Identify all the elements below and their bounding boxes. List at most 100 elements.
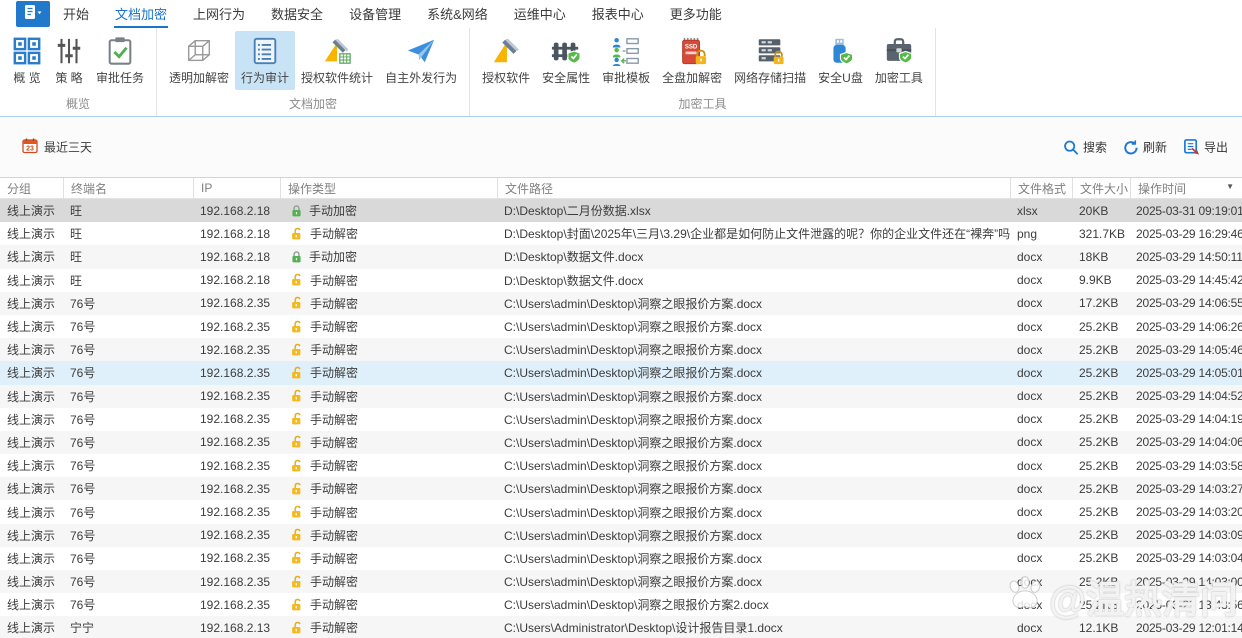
ribbon-button-approval-template[interactable]: 审批模板	[596, 31, 656, 90]
refresh-icon	[1123, 139, 1139, 155]
table-row[interactable]: 线上演示76号192.168.2.35手动解密C:\Users\admin\De…	[0, 477, 1242, 500]
cell-size: 17.2KB	[1072, 292, 1130, 315]
toolbar-export[interactable]: 导出	[1183, 139, 1228, 156]
operation-label: 手动解密	[310, 225, 358, 242]
ribbon-group-label: 文档加密	[157, 94, 469, 116]
ribbon-button-authorized-software-stats[interactable]: 授权软件统计	[295, 31, 379, 90]
ribbon-button-approval-tasks[interactable]: 审批任务	[90, 31, 150, 90]
table-body: 线上演示旺192.168.2.18手动加密D:\Desktop\二月份数据.xl…	[0, 199, 1242, 638]
column-header[interactable]: 操作时间▼	[1130, 178, 1242, 198]
table-row[interactable]: 线上演示76号192.168.2.35手动解密C:\Users\admin\De…	[0, 338, 1242, 361]
cell-operation: 手动解密	[280, 315, 497, 338]
table-row[interactable]: 线上演示76号192.168.2.35手动解密C:\Users\admin\De…	[0, 315, 1242, 338]
table-row[interactable]: 线上演示76号192.168.2.35手动解密C:\Users\admin\De…	[0, 454, 1242, 477]
ribbon-button-authorized-software[interactable]: 授权软件	[476, 31, 536, 90]
cell-operation: 手动解密	[280, 547, 497, 570]
column-header[interactable]: IP	[193, 178, 280, 198]
cell-path: D:\Desktop\封面\2025年\三月\3.29\企业都是如何防止文件泄露…	[497, 222, 1010, 245]
app-menu-button[interactable]	[16, 1, 50, 27]
menu-tab[interactable]: 数据安全	[270, 0, 324, 28]
table-row[interactable]: 线上演示宁宁192.168.2.13手动解密C:\Users\Administr…	[0, 616, 1242, 638]
ribbon-button-full-disk-encrypt[interactable]: SSD全盘加解密	[656, 31, 728, 90]
ribbon-group: 授权软件安全属性审批模板SSD全盘加解密网络存储扫描安全U盘加密工具加密工具	[470, 28, 936, 116]
lock-open-icon	[290, 575, 304, 589]
cell-terminal: 76号	[63, 570, 193, 593]
table-row[interactable]: 线上演示76号192.168.2.35手动解密C:\Users\admin\De…	[0, 593, 1242, 616]
toolbar-search[interactable]: 搜索	[1063, 139, 1107, 156]
ribbon-button-policy-sliders[interactable]: 策 略	[48, 31, 90, 90]
header-dropdown-arrow-icon[interactable]: ▼	[1226, 182, 1234, 191]
ribbon-button-outgoing-plane[interactable]: 自主外发行为	[379, 31, 463, 90]
cell-format: docx	[1010, 269, 1072, 292]
policy-sliders-icon	[54, 36, 84, 66]
ribbon-button-security-attribute[interactable]: 安全属性	[536, 31, 596, 90]
menu-tab[interactable]: 上网行为	[192, 0, 246, 28]
table-row[interactable]: 线上演示76号192.168.2.35手动解密C:\Users\admin\De…	[0, 431, 1242, 454]
menu-tab[interactable]: 运维中心	[513, 0, 567, 28]
lock-open-icon	[290, 366, 304, 380]
ribbon-button-behavior-audit[interactable]: 行为审计	[235, 31, 295, 90]
table-row[interactable]: 线上演示76号192.168.2.35手动解密C:\Users\admin\De…	[0, 570, 1242, 593]
column-header[interactable]: 文件路径	[497, 178, 1010, 198]
column-header[interactable]: 文件格式	[1010, 178, 1072, 198]
column-header[interactable]: 分组	[0, 178, 63, 198]
cell-ip: 192.168.2.13	[193, 616, 280, 638]
table-row[interactable]: 线上演示76号192.168.2.35手动解密C:\Users\admin\De…	[0, 385, 1242, 408]
column-header[interactable]: 操作类型	[280, 178, 497, 198]
cell-format: docx	[1010, 292, 1072, 315]
ribbon-button-label: 审批模板	[602, 69, 650, 86]
toolbar-label: 搜索	[1083, 139, 1107, 156]
cell-path: C:\Users\admin\Desktop\洞察之眼报价方案.docx	[497, 477, 1010, 500]
secure-usb-icon	[825, 36, 855, 66]
cell-operation: 手动解密	[280, 616, 497, 638]
column-header[interactable]: 文件大小	[1072, 178, 1130, 198]
cell-terminal: 76号	[63, 338, 193, 361]
menu-tab[interactable]: 设备管理	[348, 0, 402, 28]
cell-time: 2025-03-29 14:05:01	[1130, 361, 1242, 384]
lock-open-icon	[290, 435, 304, 449]
table-row[interactable]: 线上演示76号192.168.2.35手动解密C:\Users\admin\De…	[0, 408, 1242, 431]
menu-tab[interactable]: 开始	[62, 0, 90, 28]
search-icon	[1063, 139, 1079, 155]
cell-operation: 手动解密	[280, 269, 497, 292]
cell-path: C:\Users\admin\Desktop\洞察之眼报价方案.docx	[497, 524, 1010, 547]
menu-tab[interactable]: 报表中心	[591, 0, 645, 28]
ribbon-button-label: 行为审计	[241, 69, 289, 86]
ribbon-button-network-storage-scan[interactable]: 网络存储扫描	[728, 31, 812, 90]
operation-label: 手动解密	[310, 295, 358, 312]
cell-time: 2025-03-29 14:03:27	[1130, 477, 1242, 500]
menu-tab[interactable]: 文档加密	[114, 0, 168, 28]
date-range-filter[interactable]: 23 最近三天	[22, 138, 92, 157]
ribbon-button-overview-grid[interactable]: 概 览	[6, 31, 48, 90]
cell-time: 2025-03-29 14:04:19	[1130, 408, 1242, 431]
toolbar-label: 导出	[1204, 139, 1228, 156]
table-row[interactable]: 线上演示76号192.168.2.35手动解密C:\Users\admin\De…	[0, 292, 1242, 315]
cell-size: 25.2KB	[1072, 361, 1130, 384]
cell-format: docx	[1010, 547, 1072, 570]
ribbon-button-label: 网络存储扫描	[734, 69, 806, 86]
table-row[interactable]: 线上演示76号192.168.2.35手动解密C:\Users\admin\De…	[0, 547, 1242, 570]
cell-group: 线上演示	[0, 222, 63, 245]
table-row[interactable]: 线上演示76号192.168.2.35手动解密C:\Users\admin\De…	[0, 500, 1242, 523]
toolbar-refresh[interactable]: 刷新	[1123, 139, 1167, 156]
cell-ip: 192.168.2.35	[193, 500, 280, 523]
cell-operation: 手动解密	[280, 361, 497, 384]
table-row[interactable]: 线上演示76号192.168.2.35手动解密C:\Users\admin\De…	[0, 524, 1242, 547]
ribbon-button-encrypt-tools[interactable]: 加密工具	[869, 31, 929, 90]
table-row[interactable]: 线上演示旺192.168.2.18手动解密D:\Desktop\封面\2025年…	[0, 222, 1242, 245]
ribbon-button-secure-usb[interactable]: 安全U盘	[812, 31, 869, 90]
menu-tab[interactable]: 系统&网络	[426, 0, 489, 28]
table-row[interactable]: 线上演示旺192.168.2.18手动加密D:\Desktop\数据文件.doc…	[0, 245, 1242, 268]
table-row[interactable]: 线上演示76号192.168.2.35手动解密C:\Users\admin\De…	[0, 361, 1242, 384]
table-row[interactable]: 线上演示旺192.168.2.18手动加密D:\Desktop\二月份数据.xl…	[0, 199, 1242, 222]
operation-label: 手动解密	[310, 573, 358, 590]
cell-group: 线上演示	[0, 431, 63, 454]
ribbon-button-transparent-encrypt-cube[interactable]: 透明加解密	[163, 31, 235, 90]
cell-path: D:\Desktop\数据文件.docx	[497, 245, 1010, 268]
table-row[interactable]: 线上演示旺192.168.2.18手动解密D:\Desktop\数据文件.doc…	[0, 269, 1242, 292]
cell-format: docx	[1010, 361, 1072, 384]
column-header[interactable]: 终端名	[63, 178, 193, 198]
svg-text:23: 23	[26, 146, 34, 153]
lock-open-icon	[290, 621, 304, 635]
menu-tab[interactable]: 更多功能	[669, 0, 723, 28]
